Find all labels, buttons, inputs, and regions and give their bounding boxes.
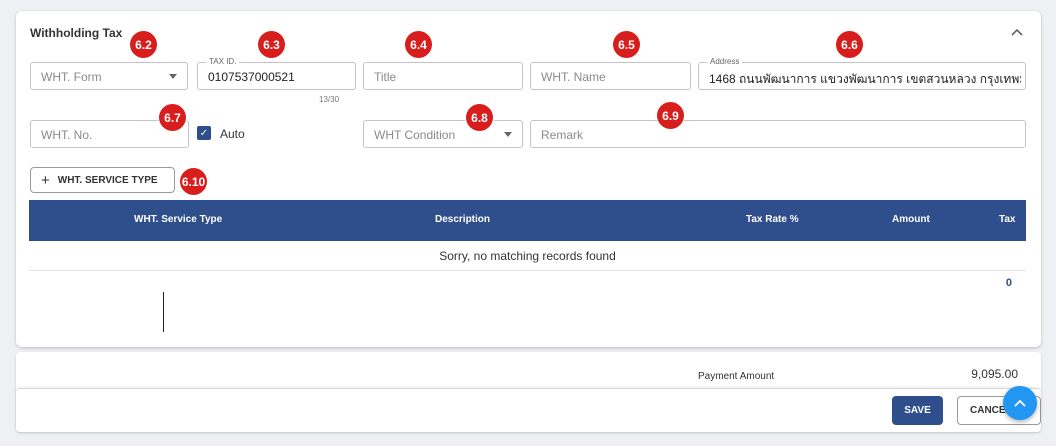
column-header-amount[interactable]: Amount (892, 214, 930, 225)
check-icon: ✓ (199, 127, 209, 139)
wht-condition-placeholder: WHT Condition (374, 128, 456, 142)
tax-id-counter: 13/30 (319, 95, 340, 104)
title-placeholder: Title (374, 70, 397, 84)
section-title: Withholding Tax (30, 26, 123, 40)
payment-amount-value: 9,095.00 (971, 367, 1018, 381)
wht-condition-select[interactable]: WHT Condition (363, 120, 523, 148)
address-label: Address (707, 57, 743, 67)
tax-id-label: TAX ID. (206, 57, 240, 67)
column-header-wht-service-type[interactable]: WHT. Service Type (134, 214, 222, 225)
callout-badge-6-3: 6.3 (258, 31, 285, 58)
text-cursor (163, 292, 164, 332)
column-header-tax-rate[interactable]: Tax Rate % (746, 214, 799, 225)
callout-badge-6-6: 6.6 (836, 31, 863, 58)
payment-panel: Payment Amount 9,095.00 SAVE CANCEL (16, 352, 1041, 432)
caret-down-icon (504, 132, 512, 137)
auto-label: Auto (220, 127, 245, 141)
tax-total-value: 0 (1005, 277, 1012, 289)
address-input[interactable]: Address 1468 ถนนพัฒนาการ แขวงพัฒนาการ เข… (698, 57, 1026, 90)
chevron-up-icon (1011, 28, 1023, 36)
column-header-description[interactable]: Description (435, 214, 490, 225)
table-header: WHT. Service Type Description Tax Rate %… (29, 200, 1026, 241)
add-wht-service-type-label: WHT. SERVICE TYPE (57, 174, 158, 186)
callout-badge-6-9: 6.9 (657, 102, 684, 129)
caret-down-icon (169, 74, 177, 79)
tax-id-value: 0107537000521 (208, 70, 295, 84)
title-input[interactable]: Title (363, 62, 523, 90)
wht-form-select[interactable]: WHT. Form (30, 62, 188, 90)
wht-form-placeholder: WHT. Form (41, 70, 102, 84)
callout-badge-6-10: 6.10 (180, 168, 207, 195)
add-wht-service-type-button[interactable]: + WHT. SERVICE TYPE (30, 167, 175, 193)
callout-badge-6-5: 6.5 (613, 31, 640, 58)
callout-badge-6-2: 6.2 (130, 31, 157, 58)
save-button[interactable]: SAVE (892, 396, 943, 425)
wht-no-placeholder: WHT. No. (41, 128, 93, 142)
scroll-to-top-button[interactable] (1003, 386, 1037, 420)
chevron-up-icon (1014, 399, 1026, 407)
callout-badge-6-7: 6.7 (159, 104, 186, 131)
callout-badge-6-8: 6.8 (466, 104, 493, 131)
footer-action-bar: SAVE CANCEL (16, 388, 1041, 432)
withholding-tax-panel: Withholding Tax WHT. Form TAX ID. 010753… (16, 11, 1041, 347)
tax-id-input[interactable]: TAX ID. 0107537000521 (197, 57, 356, 90)
column-header-tax[interactable]: Tax (999, 214, 1016, 225)
auto-checkbox[interactable]: ✓ (197, 126, 211, 140)
address-value: 1468 ถนนพัฒนาการ แขวงพัฒนาการ เขตสวนหลวง… (709, 72, 1021, 86)
remark-input[interactable]: Remark (530, 120, 1026, 148)
empty-table-message: Sorry, no matching records found (29, 241, 1026, 271)
callout-badge-6-4: 6.4 (405, 31, 432, 58)
wht-name-input[interactable]: WHT. Name (530, 62, 691, 90)
payment-amount-label: Payment Amount (698, 371, 775, 382)
plus-icon: + (41, 171, 50, 189)
collapse-button[interactable] (1009, 24, 1025, 40)
remark-placeholder: Remark (541, 128, 584, 142)
wht-name-placeholder: WHT. Name (541, 70, 606, 84)
